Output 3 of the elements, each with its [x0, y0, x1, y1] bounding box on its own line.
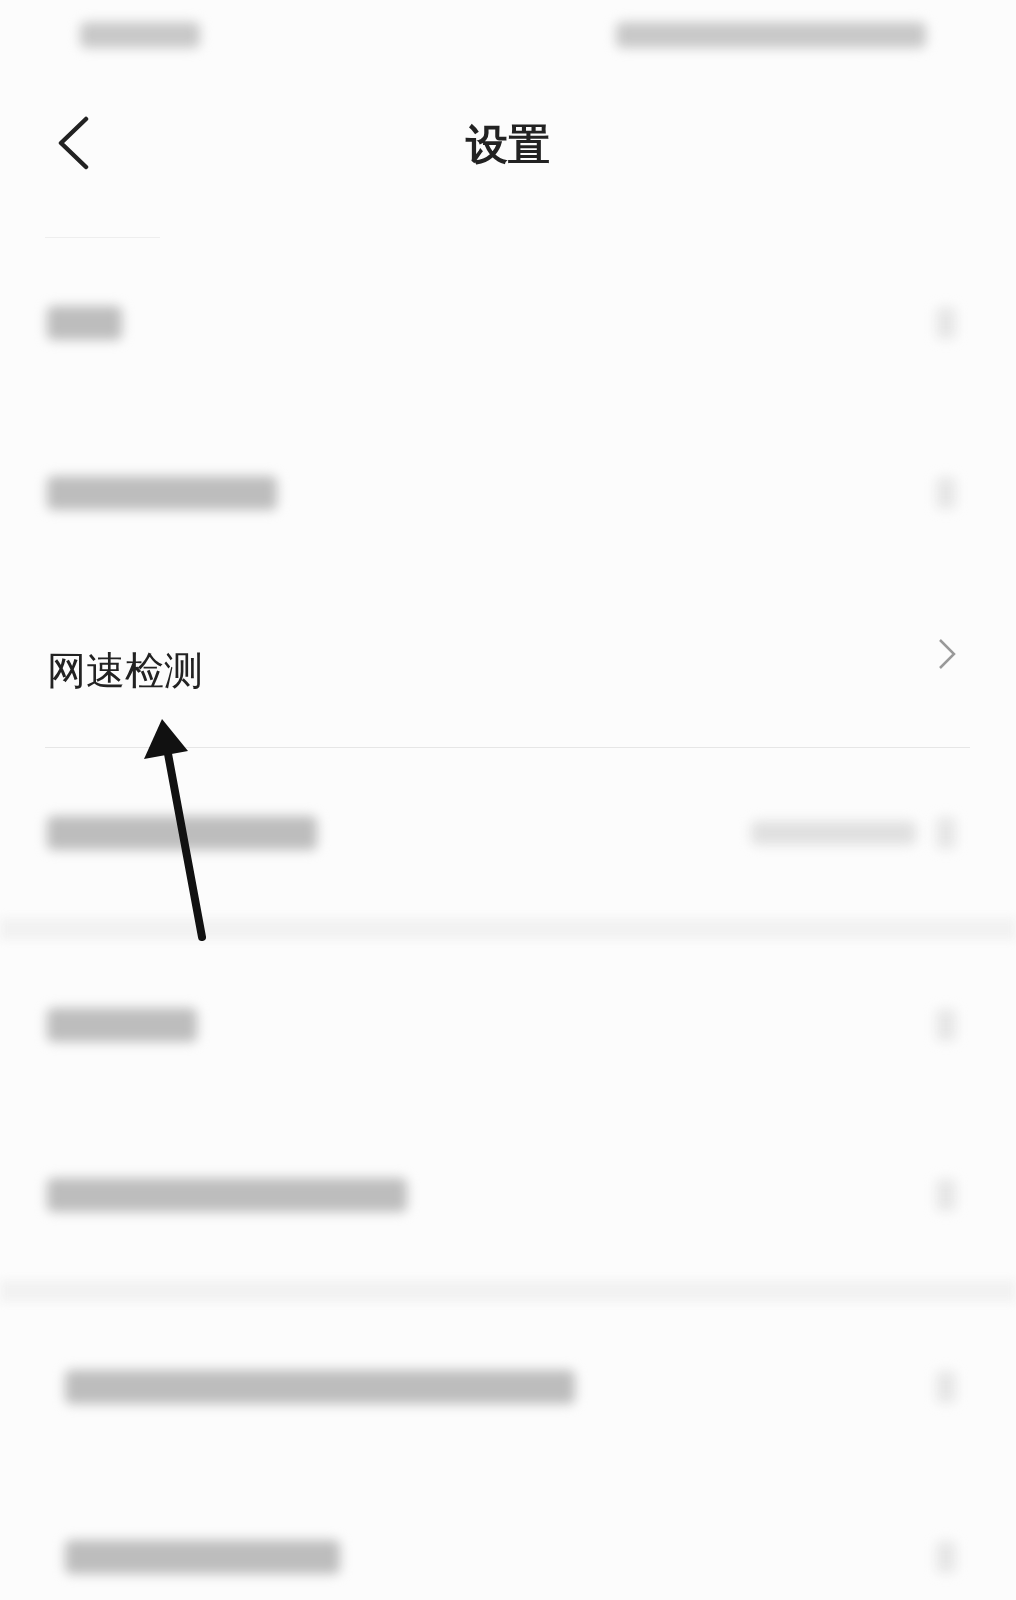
settings-item[interactable]: 网速检测	[47, 644, 203, 698]
chevron-right-icon	[938, 638, 956, 670]
page-title: 设置	[466, 119, 550, 171]
